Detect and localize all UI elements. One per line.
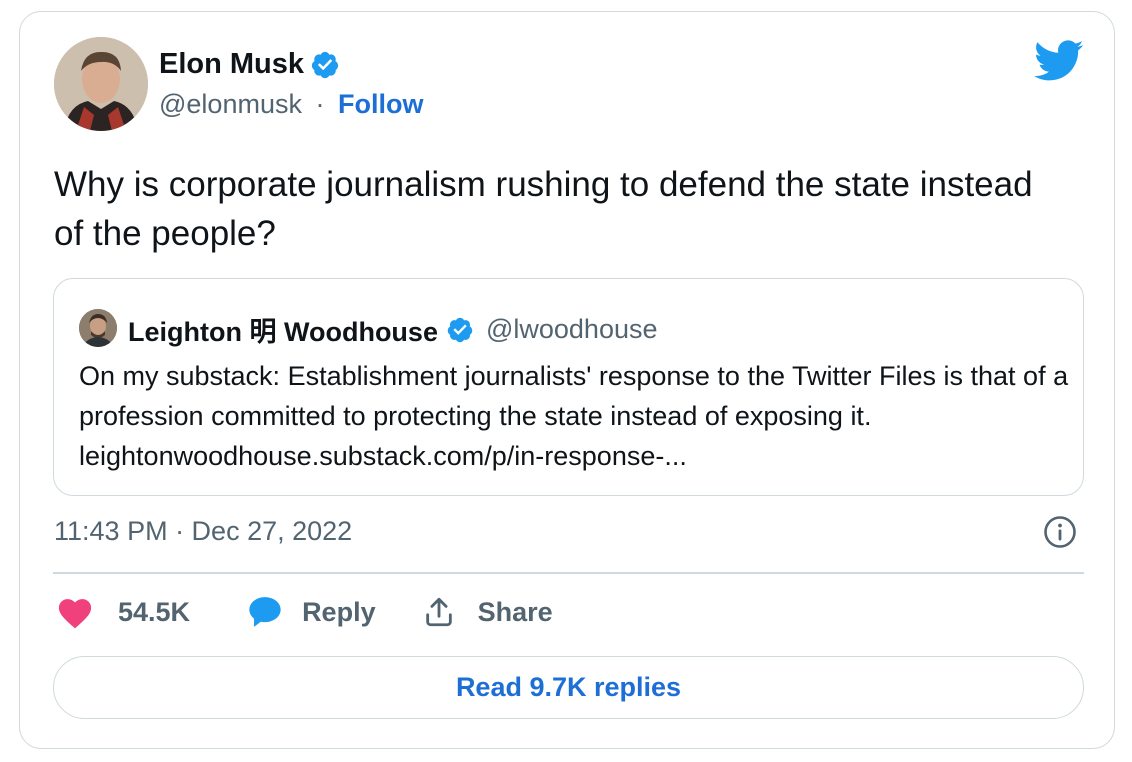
reply-button[interactable]: Reply — [246, 594, 376, 630]
quoted-tweet-text: On my substack: Establishment journalist… — [79, 361, 1069, 471]
tweet-text: Why is corporate journalism rushing to d… — [54, 165, 1033, 253]
reply-label: Reply — [302, 596, 376, 627]
author-handle[interactable]: @elonmusk — [159, 89, 302, 119]
quoted-author-handle: @lwoodhouse — [485, 314, 658, 344]
verified-badge-icon — [310, 50, 340, 80]
author-name-row: Elon Musk — [159, 48, 340, 81]
share-label: Share — [477, 596, 553, 627]
tweet-timestamp[interactable]: 11:43 PM · Dec 27, 2022 — [54, 516, 352, 547]
quoted-author-avatar — [79, 309, 117, 347]
follow-link[interactable]: Follow — [338, 89, 423, 119]
tweet-actions: 54.5K Reply Share — [56, 594, 553, 630]
like-button[interactable]: 54.5K — [56, 595, 190, 629]
like-count: 54.5K — [118, 596, 191, 627]
twitter-bird-icon[interactable] — [1034, 40, 1084, 82]
quoted-author-row: Leighton 明 Woodhouse @lwoodhouse — [128, 310, 658, 349]
quoted-author-name: Leighton 明 Woodhouse — [128, 317, 438, 347]
info-icon[interactable] — [1043, 515, 1077, 549]
author-handle-row: @elonmusk · Follow — [159, 89, 423, 120]
heart-icon — [56, 595, 94, 629]
author-avatar[interactable] — [54, 37, 148, 131]
read-replies-button[interactable]: Read 9.7K replies — [53, 656, 1084, 719]
handle-separator: · — [315, 89, 325, 119]
author-name[interactable]: Elon Musk — [159, 48, 304, 81]
embedded-tweet-card: Elon Musk @elonmusk · Follow Why is corp… — [19, 11, 1115, 749]
share-icon — [422, 595, 456, 629]
divider — [53, 572, 1084, 574]
reply-bubble-icon — [246, 594, 284, 630]
verified-badge-icon — [446, 316, 474, 344]
share-button[interactable]: Share — [422, 595, 553, 629]
quoted-tweet[interactable]: Leighton 明 Woodhouse @lwoodhouse On my s… — [53, 278, 1084, 496]
